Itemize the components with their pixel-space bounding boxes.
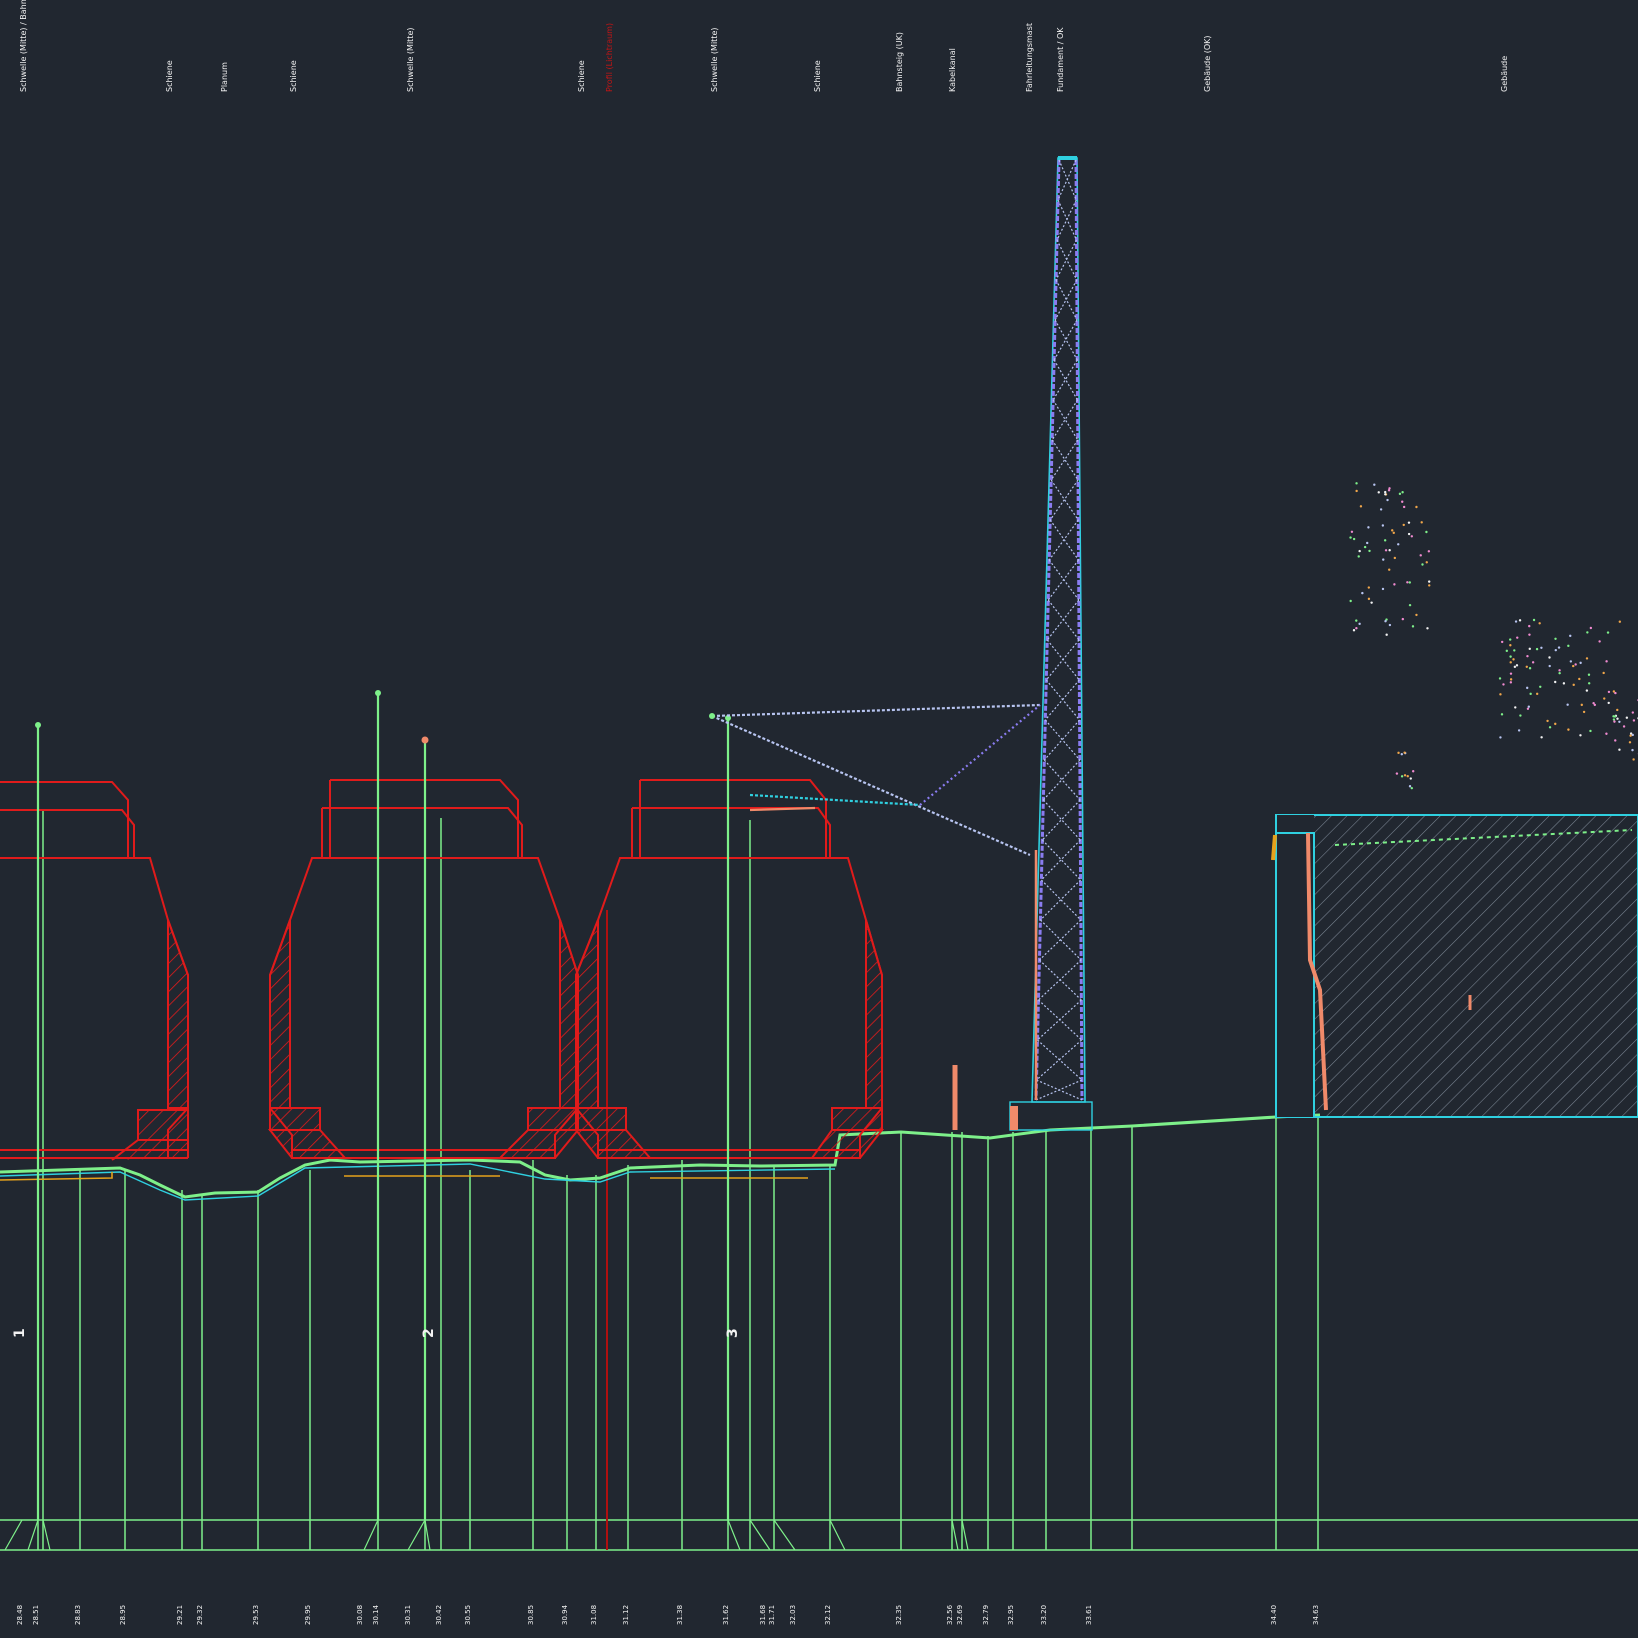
vegetation — [1349, 482, 1638, 790]
top-label: Gebäude — [1500, 56, 1509, 92]
bottom-label: 32.03 — [789, 1605, 797, 1625]
track-markers: 1 2 3 — [12, 1328, 741, 1338]
bottom-label: 30.55 — [464, 1605, 472, 1625]
bottom-label: 31.08 — [590, 1605, 598, 1625]
bottom-labels: 28.48 28.51 28.83 28.95 29.21 29.32 29.53 29.95… — [16, 1604, 1320, 1625]
bottom-label: 34.63 — [1312, 1605, 1320, 1625]
bottom-label: 31.62 — [722, 1605, 730, 1625]
top-label: Schiene — [813, 60, 822, 92]
bottom-label: 29.95 — [304, 1605, 312, 1625]
building — [1271, 814, 1638, 1118]
top-label: Schwelle (Mitte) / Bahnsteigkante — [19, 0, 28, 92]
track-mark: 1 — [12, 1328, 28, 1338]
bottom-label: 31.38 — [676, 1605, 684, 1625]
bottom-label: 32.95 — [1007, 1605, 1015, 1625]
track-mark: 3 — [725, 1328, 741, 1338]
top-label: Kabelkanal — [948, 48, 957, 92]
bottom-label: 30.94 — [561, 1604, 569, 1625]
bottom-label: 32.12 — [824, 1605, 832, 1625]
bottom-label: 28.51 — [32, 1605, 40, 1625]
track-mark: 2 — [421, 1328, 437, 1338]
bottom-label: 32.35 — [895, 1605, 903, 1625]
bottom-label: 28.83 — [74, 1605, 82, 1625]
bottom-label: 32.56 — [946, 1604, 954, 1625]
bottom-label: 30.08 — [356, 1605, 364, 1625]
lattice-mast — [952, 156, 1093, 1131]
bottom-label: 30.14 — [372, 1604, 380, 1625]
top-label: Gebäude (OK) — [1203, 36, 1212, 93]
bottom-label: 31.12 — [622, 1605, 630, 1625]
bottom-label: 33.61 — [1085, 1605, 1093, 1625]
top-label: Schiene — [165, 60, 174, 92]
vehicle-profile — [0, 781, 189, 1161]
top-labels: Schwelle (Mitte) / Bahnsteigkante Schien… — [19, 0, 1509, 92]
bottom-label: 30.85 — [527, 1605, 535, 1625]
top-label: Schwelle (Mitte) — [710, 28, 719, 92]
bottom-label: 29.32 — [196, 1605, 204, 1625]
top-label: Schiene — [577, 60, 586, 92]
bottom-label: 29.53 — [252, 1605, 260, 1625]
bottom-label: 34.40 — [1270, 1605, 1278, 1625]
bottom-label: 30.31 — [404, 1605, 412, 1625]
bottom-label: 32.79 — [982, 1605, 990, 1625]
bottom-label: 29.21 — [176, 1605, 184, 1625]
base-fans — [4, 1519, 969, 1551]
bottom-label: 33.20 — [1040, 1605, 1048, 1625]
top-label: Profil (Lichtraum) — [605, 23, 614, 92]
cross-section-drawing: Schwelle (Mitte) / Bahnsteigkante Schien… — [0, 0, 1638, 1625]
bottom-label: 30.42 — [435, 1605, 443, 1625]
bottom-label: 31.71 — [768, 1605, 776, 1625]
catenary-droppers — [35, 690, 731, 1520]
top-label: Schwelle (Mitte) — [406, 28, 415, 92]
top-label: Planum — [220, 62, 229, 92]
top-label: Fundament / OK — [1056, 27, 1065, 92]
top-label: Bahnsteig (UK) — [895, 32, 904, 92]
bottom-label: 31.68 — [759, 1605, 767, 1625]
bottom-label: 32.69 — [956, 1605, 964, 1625]
bottom-label: 28.48 — [16, 1605, 24, 1625]
top-label: Schiene — [289, 60, 298, 92]
bottom-label: 28.95 — [119, 1605, 127, 1625]
top-label: Fahrleitungsmast — [1025, 23, 1034, 92]
